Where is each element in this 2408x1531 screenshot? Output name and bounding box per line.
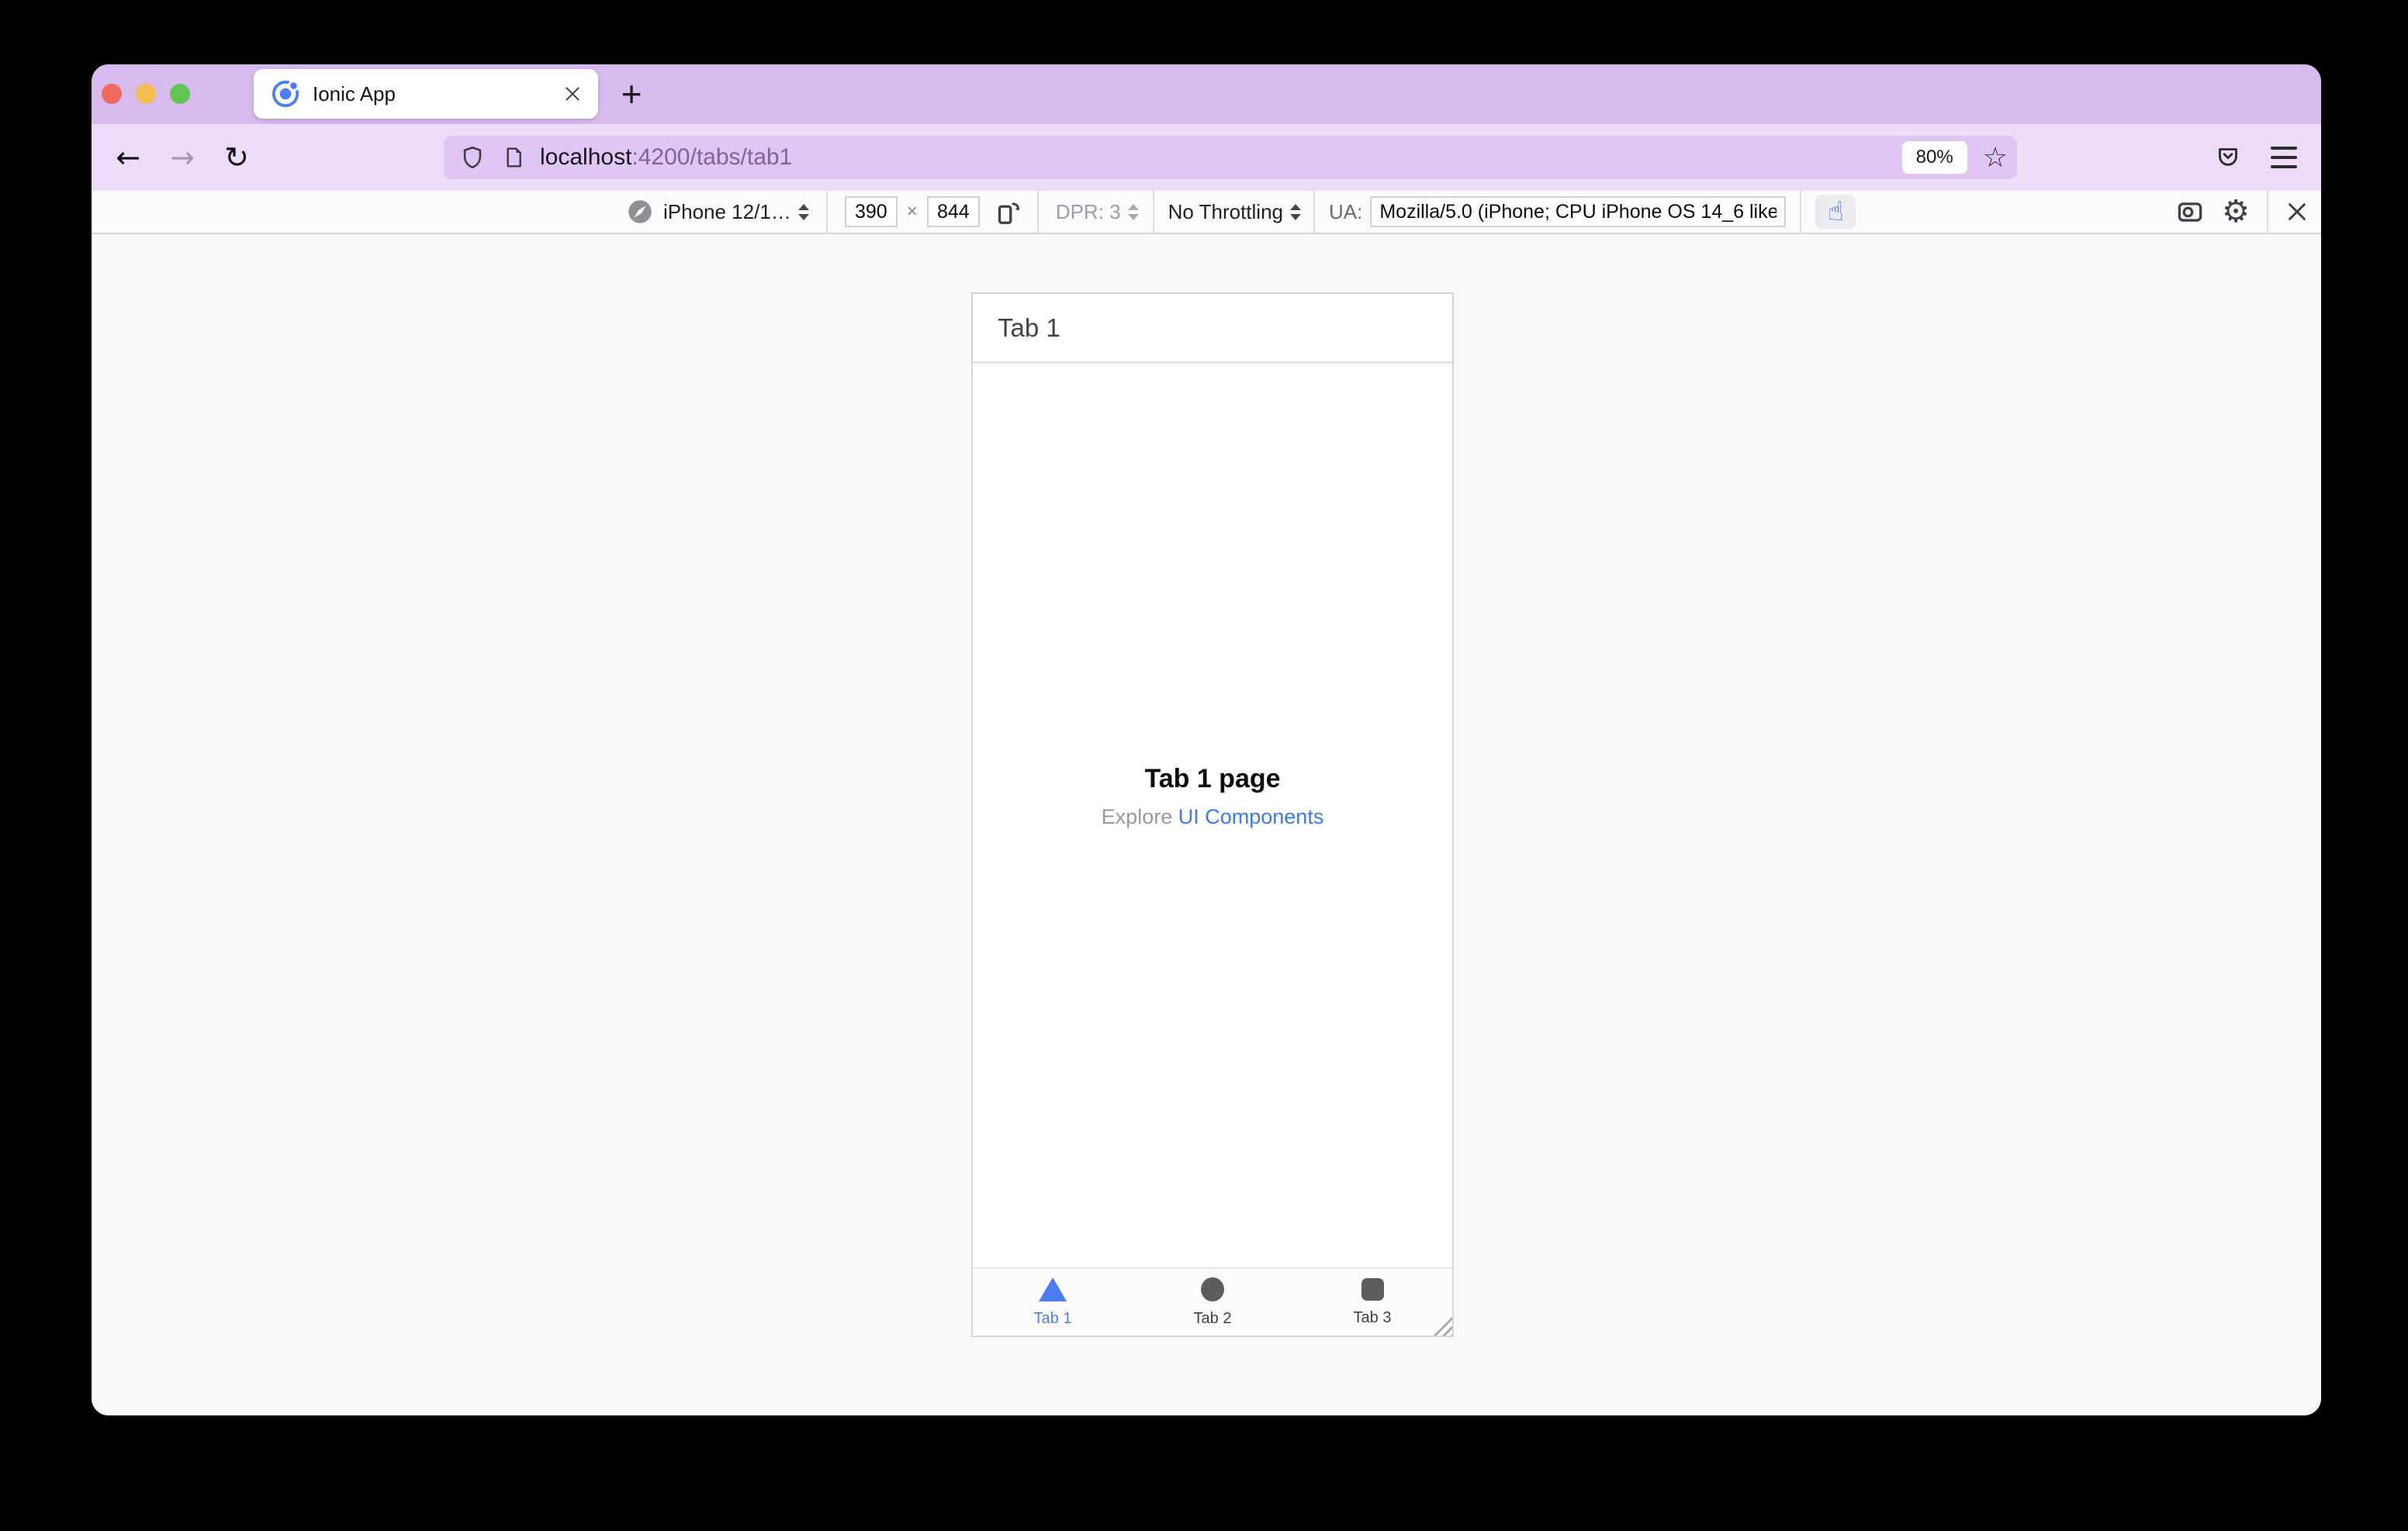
reload-icon[interactable]: ↻ [219,140,254,175]
url-path: :4200/tabs/tab1 [631,144,793,170]
toolbar-right-icons [2210,140,2302,175]
tab-title: Ionic App [313,81,396,105]
page-info-icon[interactable] [501,145,526,170]
traffic-lights [102,84,190,104]
tab-button-tab2[interactable]: Tab 2 [1133,1269,1292,1336]
ionic-tab-bar: Tab 1 Tab 2 Tab 3 [973,1267,1452,1336]
menu-icon[interactable] [2266,140,2302,175]
zoom-level-badge[interactable]: 80% [1901,141,1967,174]
user-agent-input[interactable] [1370,196,1787,227]
dpr-stepper-icon[interactable] [1127,203,1139,220]
separator [1313,191,1315,233]
rotate-viewport-icon[interactable] [994,198,1022,226]
throttling-selector[interactable]: No Throttling [1168,200,1283,224]
viewport-width-input[interactable] [844,196,898,227]
tab-label: Tab 3 [1353,1308,1392,1326]
dimensions-separator: × [906,201,918,222]
rdm-content-area: Tab 1 Tab 1 page Explore UI Components T… [92,234,2321,1415]
circle-icon [1201,1277,1224,1301]
page-title: Tab 1 [998,313,1060,342]
screenshot-camera-icon[interactable] [2175,197,2205,226]
tab-button-tab1[interactable]: Tab 1 [973,1269,1133,1336]
separator [825,191,828,233]
url-bar[interactable]: localhost:4200/tabs/tab1 80% ☆ [444,136,2017,179]
content-title: Tab 1 page [1144,764,1281,793]
navigation-toolbar: ← → ↻ localhost:4200/tabs/tab1 80% ☆ [92,124,2321,191]
triangle-icon [1039,1277,1067,1301]
close-window-button[interactable] [102,84,122,104]
separator [2267,191,2268,233]
back-icon[interactable]: ← [110,140,146,175]
close-rdm-icon[interactable] [2285,200,2309,223]
browser-window: Ionic App + ← → ↻ localhost:4200/tabs/ta… [92,64,2321,1415]
titlebar: Ionic App + [92,64,2321,124]
minimize-window-button[interactable] [136,84,156,104]
zoom-window-button[interactable] [170,84,190,104]
ua-label: UA: [1329,199,1363,223]
separator [1800,191,1802,233]
settings-gear-icon[interactable]: ⚙ [2222,196,2250,227]
device-selector-stepper-icon[interactable] [797,203,809,220]
rdm-right-controls: ⚙ [2175,191,2309,233]
responsive-design-toolbar: iPhone 12/1… × DPR: 3 No Throttling UA: … [92,191,2321,234]
square-icon [1361,1277,1384,1301]
url-host: localhost [540,144,632,170]
pocket-icon[interactable] [2210,140,2246,175]
tab-button-tab3[interactable]: Tab 3 [1292,1269,1452,1336]
tab-label: Tab 2 [1193,1309,1232,1327]
url-text: localhost:4200/tabs/tab1 [540,144,792,171]
device-selector[interactable]: iPhone 12/1… [663,200,791,224]
device-viewport: Tab 1 Tab 1 page Explore UI Components T… [971,292,1454,1337]
ionic-favicon-icon [271,79,300,109]
browser-tab-ionic-app[interactable]: Ionic App [254,69,598,119]
content-subtitle: Explore UI Components [973,805,1452,829]
separator [1152,191,1154,233]
bookmark-star-icon[interactable]: ☆ [1983,142,2008,174]
ui-components-link[interactable]: UI Components [1178,805,1324,828]
page-content: Tab 1 page Explore UI Components [973,764,1452,829]
touch-icon: ☝ [1827,196,1844,227]
ionic-header: Tab 1 [973,294,1452,363]
new-tab-button[interactable]: + [610,71,653,117]
close-tab-icon[interactable] [562,84,583,104]
separator [1036,191,1039,233]
viewport-height-input[interactable] [926,196,980,227]
tab-label: Tab 1 [1033,1309,1072,1327]
dpr-selector[interactable]: DPR: 3 [1056,200,1121,224]
touch-simulation-toggle[interactable]: ☝ [1815,195,1856,229]
explore-text: Explore [1101,805,1173,828]
shield-icon[interactable] [459,144,486,171]
browser-compass-icon [627,199,653,225]
throttling-stepper-icon[interactable] [1290,203,1301,220]
forward-icon[interactable]: → [164,140,200,175]
